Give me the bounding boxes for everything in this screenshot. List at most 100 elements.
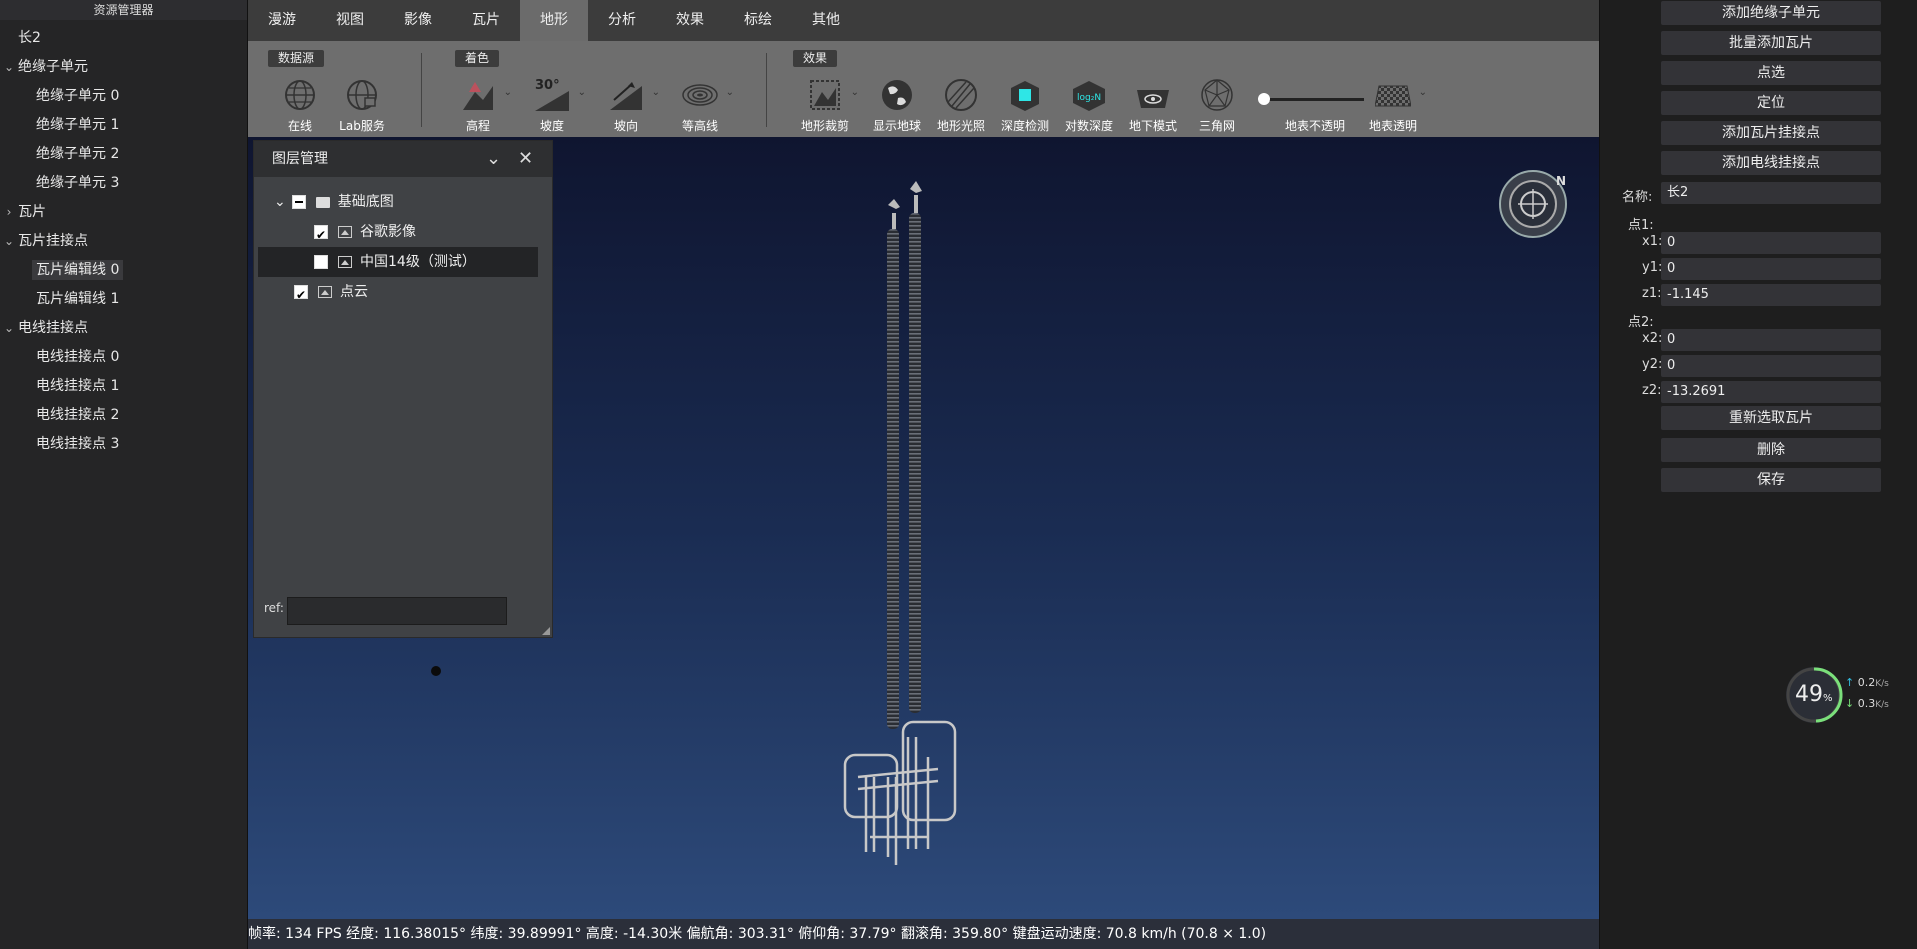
tree-item[interactable]: 绝缘子单元 1 — [0, 111, 247, 140]
tree-item[interactable]: 绝缘子单元 3 — [0, 169, 247, 198]
x2-field[interactable]: 0 — [1661, 329, 1881, 351]
tab-roam[interactable]: 漫游 — [248, 0, 316, 41]
tree-item[interactable]: 绝缘子单元 0 — [0, 82, 247, 111]
group-label-shading: 着色 — [455, 50, 500, 67]
terrain-lighting-icon — [941, 77, 981, 113]
compass-widget[interactable]: N — [1498, 169, 1568, 239]
layer-row-google[interactable]: 谷歌影像 — [314, 217, 416, 250]
show-globe-button[interactable]: 显示地球 — [865, 77, 929, 134]
tab-other[interactable]: 其他 — [792, 0, 860, 41]
layer-manager-title: 图层管理 — [272, 151, 328, 167]
close-icon[interactable]: ✕ — [518, 141, 533, 177]
y1-field[interactable]: 0 — [1661, 258, 1881, 280]
chevron-right-icon[interactable]: › — [2, 198, 16, 227]
tree-item[interactable]: 电线挂接点 2 — [0, 401, 247, 430]
tab-analysis[interactable]: 分析 — [588, 0, 656, 41]
tab-view[interactable]: 视图 — [316, 0, 384, 41]
chevron-down-icon[interactable]: ⌄ — [504, 87, 512, 98]
tab-plot[interactable]: 标绘 — [724, 0, 792, 41]
chevron-down-icon[interactable]: ⌄ — [274, 194, 286, 210]
layer-checkbox[interactable] — [314, 220, 328, 250]
layer-row-china14[interactable]: 中国14级（测试） — [258, 247, 538, 277]
tab-tiles[interactable]: 瓦片 — [452, 0, 520, 41]
image-icon — [338, 226, 352, 238]
depth-test-button[interactable]: 深度检测 — [993, 77, 1057, 134]
tree-root[interactable]: 长2 — [0, 24, 247, 53]
save-button[interactable]: 保存 — [1661, 468, 1881, 492]
triangulation-button[interactable]: 三角网 — [1185, 77, 1249, 134]
slider-handle[interactable] — [1258, 93, 1270, 105]
contour-button[interactable]: 等高线 ⌄ — [668, 77, 734, 134]
tree-group-tile-mount[interactable]: ⌄ 瓦片挂接点 — [0, 227, 247, 256]
name-field[interactable]: 长2 — [1661, 182, 1881, 204]
tree-item[interactable]: 电线挂接点 3 — [0, 430, 247, 459]
layer-checkbox[interactable] — [294, 280, 308, 310]
point1-label: 点1: — [1628, 218, 1654, 233]
tree-item[interactable]: 电线挂接点 0 — [0, 343, 247, 372]
x1-label: x1: — [1642, 234, 1663, 249]
tree-item-selected[interactable]: 瓦片编辑线 0 — [0, 256, 247, 285]
batch-add-tiles-button[interactable]: 批量添加瓦片 — [1661, 31, 1881, 55]
tab-effects[interactable]: 效果 — [656, 0, 724, 41]
layer-checkbox[interactable] — [314, 255, 328, 269]
terrain-lighting-button[interactable]: 地形光照 — [929, 77, 993, 134]
properties-panel: 添加绝缘子单元 批量添加瓦片 点选 定位 添加瓦片挂接点 添加电线挂接点 名称:… — [1599, 0, 1917, 949]
terrain-clip-button[interactable]: 地形裁剪 ⌄ — [793, 77, 859, 134]
layer-row-basemap[interactable]: ⌄ 基础底图 — [274, 187, 394, 217]
terrain-clip-icon — [805, 77, 845, 113]
slope-button[interactable]: 30° 坡度 ⌄ — [520, 77, 586, 134]
tree-item[interactable]: 绝缘子单元 2 — [0, 140, 247, 169]
resource-explorer: 资源管理器 长2 ⌄ 绝缘子单元 绝缘子单元 0 绝缘子单元 1 绝缘子单元 2 … — [0, 0, 248, 949]
tree-item[interactable]: 电线挂接点 1 — [0, 372, 247, 401]
reselect-tile-button[interactable]: 重新选取瓦片 — [1661, 406, 1881, 430]
network-meter: 49% ↑ 0.2K/s ↓ 0.3K/s — [1783, 664, 1903, 726]
chevron-down-icon[interactable]: ⌄ — [1419, 87, 1427, 98]
underground-mode-button[interactable]: 地下模式 — [1121, 77, 1185, 134]
tab-imagery[interactable]: 影像 — [384, 0, 452, 41]
resize-handle[interactable] — [542, 627, 550, 635]
delete-button[interactable]: 删除 — [1661, 438, 1881, 462]
z1-label: z1: — [1642, 286, 1662, 301]
collapse-icon[interactable]: ⌄ — [486, 141, 501, 177]
chevron-down-icon[interactable]: ⌄ — [578, 87, 586, 98]
download-rate: ↓ 0.3K/s — [1845, 697, 1889, 710]
tab-terrain[interactable]: 地形 — [520, 0, 588, 41]
chevron-down-icon[interactable]: ⌄ — [726, 87, 734, 98]
ref-input[interactable] — [287, 597, 507, 625]
chevron-down-icon[interactable]: ⌄ — [652, 87, 660, 98]
explorer-tree: 长2 ⌄ 绝缘子单元 绝缘子单元 0 绝缘子单元 1 绝缘子单元 2 绝缘子单元 … — [0, 20, 247, 459]
add-tile-mount-button[interactable]: 添加瓦片挂接点 — [1661, 121, 1881, 145]
globe-icon — [280, 77, 320, 113]
surface-transparent-button[interactable]: 地表透明 ⌄ — [1361, 77, 1427, 134]
z1-field[interactable]: -1.145 — [1661, 284, 1881, 306]
tree-group-tile[interactable]: › 瓦片 — [0, 198, 247, 227]
add-insulator-button[interactable]: 添加绝缘子单元 — [1661, 1, 1881, 25]
checkerboard-icon — [1373, 77, 1413, 113]
chevron-down-icon[interactable]: ⌄ — [2, 314, 16, 343]
z2-field[interactable]: -13.2691 — [1661, 381, 1881, 403]
y2-field[interactable]: 0 — [1661, 355, 1881, 377]
chevron-down-icon[interactable]: ⌄ — [2, 227, 16, 256]
tree-item[interactable]: 瓦片编辑线 1 — [0, 285, 247, 314]
group-label-datasource: 数据源 — [268, 50, 325, 67]
lab-service-button[interactable]: Lab服务 — [330, 77, 394, 134]
point-select-button[interactable]: 点选 — [1661, 61, 1881, 85]
chevron-down-icon[interactable]: ⌄ — [2, 53, 16, 82]
layer-manager-header: 图层管理 ⌄ ✕ — [254, 141, 552, 177]
log-depth-button[interactable]: log₂N 对数深度 — [1057, 77, 1121, 134]
locate-button[interactable]: 定位 — [1661, 91, 1881, 115]
layer-checkbox[interactable] — [291, 195, 306, 209]
elevation-button[interactable]: 高程 ⌄ — [446, 77, 512, 134]
online-button[interactable]: 在线 — [268, 77, 332, 134]
layer-row-pointcloud[interactable]: 点云 — [294, 277, 368, 310]
earth-icon — [877, 77, 917, 113]
add-wire-mount-button[interactable]: 添加电线挂接点 — [1661, 151, 1881, 175]
chevron-down-icon[interactable]: ⌄ — [851, 87, 859, 98]
group-label-effects: 效果 — [793, 50, 838, 67]
triangle-mesh-icon — [1197, 77, 1237, 113]
x1-field[interactable]: 0 — [1661, 232, 1881, 254]
compass-icon[interactable]: N — [1498, 169, 1568, 239]
tree-group-wire-mount[interactable]: ⌄ 电线挂接点 — [0, 314, 247, 343]
aspect-button[interactable]: 坡向 ⌄ — [594, 77, 660, 134]
tree-group-insulator[interactable]: ⌄ 绝缘子单元 — [0, 53, 247, 82]
